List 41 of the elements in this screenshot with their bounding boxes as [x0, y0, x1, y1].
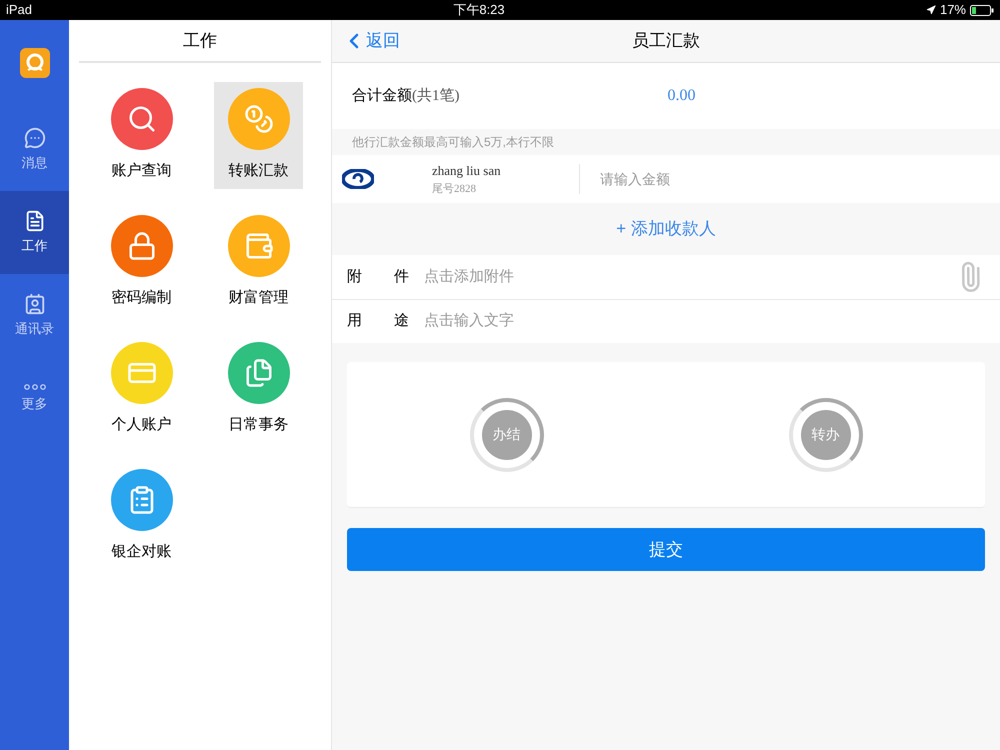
sidebar-item[interactable]: 消息 [0, 108, 69, 191]
wallet-icon [244, 231, 274, 262]
coins-icon [244, 104, 274, 134]
app-tile[interactable]: 财富管理 [214, 209, 303, 316]
field-input[interactable]: 点击输入文字 [424, 310, 985, 333]
search-icon [126, 104, 156, 134]
app-tile[interactable]: 个人账户 [97, 336, 186, 443]
limit-note: 他行汇款金额最高可输入5万,本行不限 [352, 134, 554, 151]
chat-icon [24, 126, 46, 149]
device-name: iPad [6, 1, 32, 20]
total-amount: 0.00 [668, 86, 696, 106]
panel-title: 工作 [183, 30, 217, 52]
back-button[interactable]: 返回 [342, 28, 400, 54]
lock-icon [126, 231, 156, 262]
contact-icon [24, 292, 46, 315]
bank-logo-icon [342, 169, 374, 189]
battery-level: 17% [940, 1, 966, 20]
location-icon [926, 5, 936, 15]
page-title: 员工汇款 [632, 30, 700, 52]
app-tile[interactable]: 密码编制 [97, 209, 186, 316]
field-label: 用 途 [347, 311, 409, 332]
more-icon [24, 384, 46, 390]
total-label: 合计金额 [352, 86, 412, 106]
account-tail: 尾号2828 [432, 182, 477, 196]
field-input[interactable]: 点击添加附件 [424, 266, 955, 288]
logo-icon [24, 53, 44, 73]
amount-input[interactable]: 请输入金额 [600, 168, 990, 190]
clock: 下午8:23 [453, 1, 505, 20]
app-tile[interactable]: 银企对账 [97, 463, 186, 570]
payment-count: (共1笔) [412, 86, 460, 106]
submit-button[interactable]: 提交 [347, 528, 985, 571]
app-tile[interactable]: 账户查询 [97, 82, 186, 189]
document-icon [244, 358, 274, 388]
sidebar-item[interactable]: 更多 [0, 357, 69, 440]
battery-icon [970, 4, 994, 16]
sidebar-item[interactable]: 通讯录 [0, 274, 69, 357]
payee-name: zhang liu san [432, 162, 502, 180]
app-tile[interactable]: 日常事务 [214, 336, 303, 443]
field-label: 附 件 [347, 266, 409, 287]
sidebar-item[interactable]: 工作 [0, 191, 69, 274]
app-tile[interactable]: 转账汇款 [214, 82, 303, 189]
